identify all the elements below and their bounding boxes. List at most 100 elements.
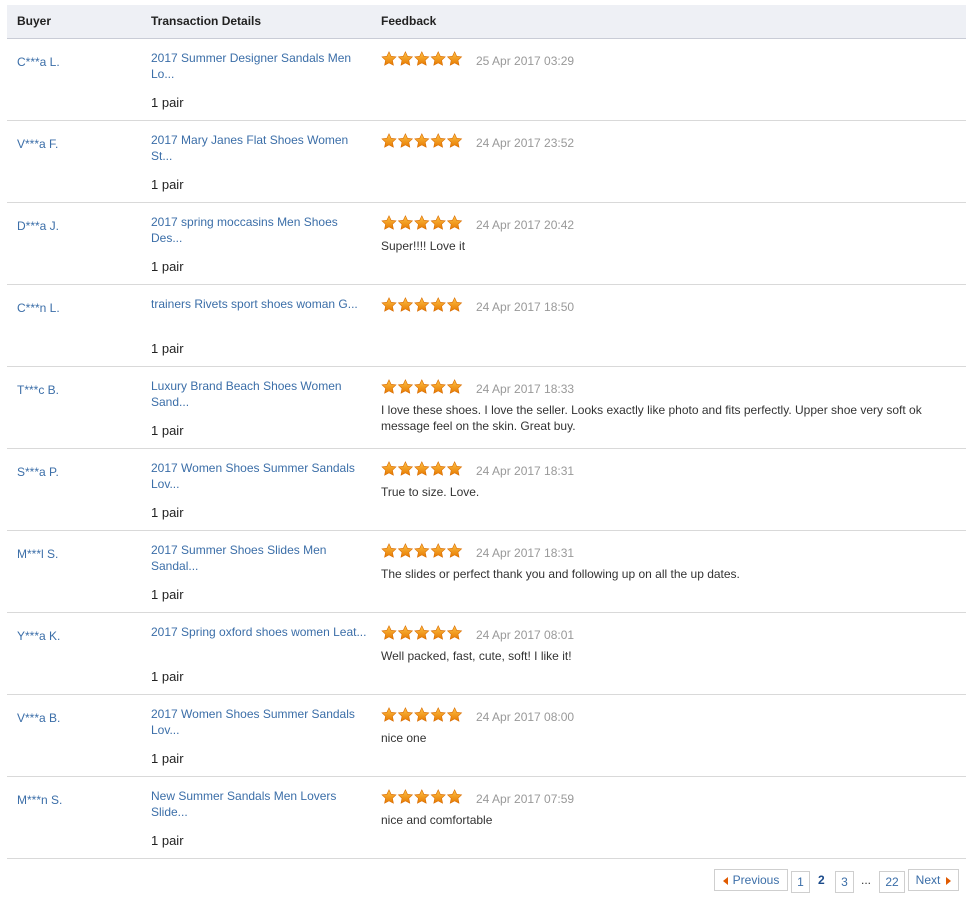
- buyer-name-link[interactable]: M***n S.: [17, 793, 62, 807]
- star-rating: [381, 133, 463, 149]
- star-icon: [446, 707, 463, 722]
- star-icon: [397, 215, 414, 230]
- chevron-right-icon: [946, 876, 952, 885]
- star-icon: [430, 625, 446, 640]
- quantity-text: 1 pair: [151, 505, 184, 520]
- feedback-date: 24 Apr 2017 08:00: [476, 710, 575, 724]
- star-icon: [446, 215, 463, 230]
- quantity-text: 1 pair: [151, 423, 184, 438]
- star-icon: [430, 215, 446, 230]
- feedback-table: Buyer Transaction Details Feedback C***a…: [7, 5, 966, 859]
- feedback-date: 24 Apr 2017 08:01: [476, 628, 575, 642]
- pagination: Previous 1 2 3 ... 22 Next: [0, 869, 972, 893]
- star-icon: [446, 133, 463, 148]
- table-header: Buyer Transaction Details Feedback: [7, 5, 966, 39]
- star-rating: [381, 789, 463, 805]
- table-row: C***n L. trainers Rivets sport shoes woma…: [7, 285, 966, 367]
- product-link[interactable]: 2017 Summer Shoes Slides Men Sandal...: [151, 542, 371, 574]
- table-row: M***l S. 2017 Summer Shoes Slides Men San…: [7, 531, 966, 613]
- feedback-date: 24 Apr 2017 07:59: [476, 792, 575, 806]
- star-icon: [381, 461, 397, 476]
- product-link[interactable]: 2017 Spring oxford shoes women Leat...: [151, 624, 371, 640]
- star-icon: [381, 379, 397, 394]
- table-row: C***a L. 2017 Summer Designer Sandals Men…: [7, 39, 966, 121]
- product-link[interactable]: 2017 Summer Designer Sandals Men Lo...: [151, 50, 371, 82]
- star-icon: [381, 625, 397, 640]
- star-rating: [381, 215, 463, 231]
- buyer-name-link[interactable]: C***n L.: [17, 301, 60, 315]
- star-icon: [414, 51, 430, 66]
- table-row: V***a F. 2017 Mary Janes Flat Shoes Women…: [7, 121, 966, 203]
- star-icon: [414, 379, 430, 394]
- quantity-text: 1 pair: [151, 669, 184, 684]
- chevron-left-icon: [722, 876, 728, 885]
- table-row: T***c B. Luxury Brand Beach Shoes Women S…: [7, 367, 966, 449]
- feedback-text: I love these shoes. I love the seller. L…: [381, 403, 922, 433]
- star-icon: [430, 461, 446, 476]
- star-icon: [397, 379, 414, 394]
- star-icon: [446, 461, 463, 476]
- buyer-name-link[interactable]: T***c B.: [17, 383, 59, 397]
- star-icon: [414, 297, 430, 312]
- feedback-date: 24 Apr 2017 18:31: [476, 464, 575, 478]
- product-link[interactable]: New Summer Sandals Men Lovers Slide...: [151, 788, 371, 820]
- feedback-date: 25 Apr 2017 03:29: [476, 54, 575, 68]
- previous-page-button[interactable]: Previous: [714, 869, 788, 891]
- table-row: D***a J. 2017 spring moccasins Men Shoes …: [7, 203, 966, 285]
- star-icon: [381, 215, 397, 230]
- star-icon: [397, 543, 414, 558]
- star-icon: [430, 789, 446, 804]
- star-icon: [381, 789, 397, 804]
- star-icon: [397, 297, 414, 312]
- table-row: S***a P. 2017 Women Shoes Summer Sandals …: [7, 449, 966, 531]
- product-link[interactable]: Luxury Brand Beach Shoes Women Sand...: [151, 378, 371, 410]
- buyer-name-link[interactable]: M***l S.: [17, 547, 58, 561]
- quantity-text: 1 pair: [151, 259, 184, 274]
- star-icon: [414, 133, 430, 148]
- star-icon: [381, 543, 397, 558]
- feedback-date: 24 Apr 2017 18:50: [476, 300, 575, 314]
- star-icon: [381, 51, 397, 66]
- buyer-name-link[interactable]: V***a F.: [17, 137, 58, 151]
- star-icon: [430, 297, 446, 312]
- star-rating: [381, 297, 463, 313]
- buyer-name-link[interactable]: D***a J.: [17, 219, 59, 233]
- star-icon: [446, 51, 463, 66]
- star-icon: [381, 297, 397, 312]
- product-link[interactable]: 2017 spring moccasins Men Shoes Des...: [151, 214, 371, 246]
- product-link[interactable]: 2017 Mary Janes Flat Shoes Women St...: [151, 132, 371, 164]
- quantity-text: 1 pair: [151, 95, 184, 110]
- quantity-text: 1 pair: [151, 751, 184, 766]
- star-icon: [397, 461, 414, 476]
- star-icon: [397, 51, 414, 66]
- feedback-date: 24 Apr 2017 23:52: [476, 136, 575, 150]
- feedback-text: True to size. Love.: [381, 485, 480, 499]
- next-page-button[interactable]: Next: [908, 869, 959, 891]
- buyer-name-link[interactable]: V***a B.: [17, 711, 60, 725]
- product-link[interactable]: 2017 Women Shoes Summer Sandals Lov...: [151, 460, 371, 492]
- star-icon: [446, 625, 463, 640]
- product-link[interactable]: 2017 Women Shoes Summer Sandals Lov...: [151, 706, 371, 738]
- page-3-button[interactable]: 3: [835, 871, 854, 893]
- star-rating: [381, 461, 463, 477]
- page-1-button[interactable]: 1: [791, 871, 810, 893]
- star-icon: [446, 789, 463, 804]
- previous-label: Previous: [732, 873, 780, 887]
- star-icon: [430, 707, 446, 722]
- table-body: C***a L. 2017 Summer Designer Sandals Men…: [7, 39, 966, 859]
- product-link[interactable]: trainers Rivets sport shoes woman G...: [151, 296, 371, 312]
- page-22-button[interactable]: 22: [879, 871, 905, 893]
- buyer-name-link[interactable]: C***a L.: [17, 55, 60, 69]
- buyer-name-link[interactable]: S***a P.: [17, 465, 59, 479]
- page-2-current: 2: [818, 873, 825, 887]
- star-icon: [430, 379, 446, 394]
- star-icon: [414, 461, 430, 476]
- feedback-text: Super!!!! Love it: [381, 239, 466, 253]
- star-icon: [414, 789, 430, 804]
- star-icon: [414, 543, 430, 558]
- quantity-text: 1 pair: [151, 341, 184, 356]
- table-row: V***a B. 2017 Women Shoes Summer Sandals …: [7, 695, 966, 777]
- buyer-name-link[interactable]: Y***a K.: [17, 629, 60, 643]
- star-icon: [414, 215, 430, 230]
- star-icon: [446, 379, 463, 394]
